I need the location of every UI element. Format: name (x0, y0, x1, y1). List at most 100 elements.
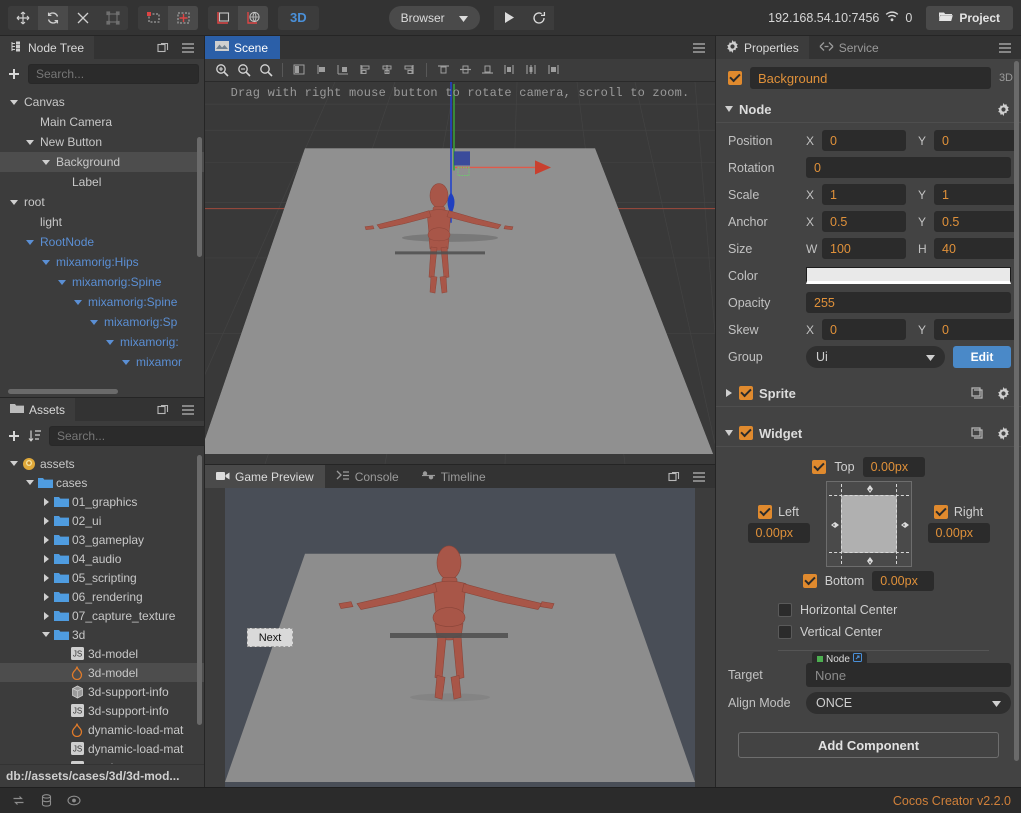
assets-vscrollbar[interactable] (197, 455, 202, 725)
zoom-in-icon[interactable] (211, 60, 232, 80)
anchor-x-input[interactable] (822, 211, 906, 232)
sort-icon[interactable] (28, 428, 42, 444)
widget-right-checkbox[interactable] (933, 505, 948, 519)
widget-section-header[interactable]: Widget (716, 420, 1021, 447)
node-tree-item[interactable]: RootNode (0, 232, 204, 252)
chevron-down-icon[interactable] (8, 99, 20, 105)
chevron-right-icon[interactable] (40, 497, 52, 506)
tab-timeline[interactable]: Timeline (410, 465, 497, 488)
panel-menu-icon[interactable] (691, 469, 707, 485)
chevron-down-icon[interactable] (104, 339, 116, 345)
chevron-right-icon[interactable] (40, 573, 52, 582)
node-tree[interactable]: Canvas Main Camera New Button Background Lab… (0, 89, 204, 397)
anchor-y-input[interactable] (934, 211, 1018, 232)
asset-list-item[interactable]: 3d (0, 625, 204, 644)
align-mode-select[interactable]: ONCE (806, 691, 1011, 714)
pivot-center-tool[interactable] (138, 5, 168, 30)
widget-top-input[interactable] (862, 457, 925, 477)
asset-list-item[interactable]: 02_ui (0, 511, 204, 530)
tab-node-tree[interactable]: Node Tree (0, 36, 95, 59)
chevron-right-icon[interactable] (40, 554, 52, 563)
popout-icon[interactable] (155, 40, 171, 56)
node-tree-item[interactable]: New Button (0, 132, 204, 152)
stack-icon[interactable] (38, 793, 54, 809)
local-coord-tool[interactable] (208, 5, 238, 30)
gear-icon[interactable] (995, 101, 1011, 117)
distribute-bottom-icon[interactable] (543, 60, 564, 80)
game-canvas[interactable]: Next (225, 488, 695, 787)
chevron-down-icon[interactable] (24, 139, 36, 145)
node-tree-item[interactable]: Canvas (0, 92, 204, 112)
node-enabled-checkbox[interactable] (728, 71, 742, 85)
help-book-icon[interactable] (969, 385, 985, 401)
node-tree-item[interactable]: mixamorig: (0, 332, 204, 352)
chevron-down-icon[interactable] (40, 159, 52, 165)
asset-list-item[interactable]: 03_gameplay (0, 530, 204, 549)
node-tree-item[interactable]: Label (0, 172, 204, 192)
node-tree-item[interactable]: root (0, 192, 204, 212)
node-name-input[interactable] (750, 67, 991, 89)
chevron-down-icon[interactable] (724, 106, 733, 112)
widget-bottom-checkbox[interactable] (802, 574, 817, 588)
align-v-center-icon[interactable] (455, 60, 476, 80)
align-h-center-icon[interactable] (311, 60, 332, 80)
chevron-down-icon[interactable] (120, 359, 132, 365)
panel-menu-icon[interactable] (997, 40, 1013, 56)
rotate-tool[interactable] (38, 5, 68, 30)
chevron-down-icon[interactable] (724, 430, 733, 436)
tab-console[interactable]: Console (325, 465, 410, 488)
color-swatch[interactable] (806, 267, 1011, 284)
next-button[interactable]: Next (247, 628, 293, 647)
project-button[interactable]: Project (926, 5, 1013, 30)
panel-menu-icon[interactable] (180, 40, 196, 56)
chevron-down-icon[interactable] (56, 279, 68, 285)
scale-tool[interactable] (68, 5, 98, 30)
opacity-input[interactable] (806, 292, 1011, 313)
asset-list-item[interactable]: JS dynamic-load-mat (0, 739, 204, 758)
widget-enabled-checkbox[interactable] (739, 426, 753, 440)
node-tree-item[interactable]: mixamorig:Spine (0, 272, 204, 292)
vertical-center-checkbox[interactable] (778, 625, 792, 639)
tab-properties[interactable]: Properties (716, 36, 809, 59)
asset-list-item[interactable]: cases (0, 473, 204, 492)
tab-game-preview[interactable]: Game Preview (205, 465, 325, 488)
node-tree-item[interactable]: Background (0, 152, 204, 172)
group-edit-button[interactable]: Edit (953, 345, 1011, 368)
play-button[interactable] (493, 5, 524, 30)
chevron-down-icon[interactable] (24, 480, 36, 485)
asset-list-item[interactable]: 3d-support-info (0, 682, 204, 701)
align-left-icon[interactable] (289, 60, 310, 80)
rotation-input[interactable] (806, 157, 1011, 178)
size-height-input[interactable] (934, 238, 1018, 259)
chevron-down-icon[interactable] (8, 199, 20, 205)
node-tree-vscrollbar[interactable] (197, 137, 202, 257)
skew-x-input[interactable] (822, 319, 906, 340)
asset-list-item[interactable]: JS 3d-support-info (0, 701, 204, 720)
chevron-right-icon[interactable] (40, 535, 52, 544)
refresh-button[interactable] (523, 5, 554, 30)
chevron-down-icon[interactable] (8, 461, 20, 466)
asset-list-item[interactable]: 07_capture_texture (0, 606, 204, 625)
pivot-pivot-tool[interactable] (168, 5, 198, 30)
node-tree-item[interactable]: mixamor (0, 352, 204, 372)
sprite-enabled-checkbox[interactable] (739, 386, 753, 400)
rect-transform-tool[interactable] (98, 5, 128, 30)
position-y-input[interactable] (934, 130, 1018, 151)
asset-list-item[interactable]: 04_audio (0, 549, 204, 568)
chevron-right-icon[interactable] (724, 389, 733, 397)
widget-top-checkbox[interactable] (812, 460, 827, 474)
assets-tree[interactable]: assets cases 01_graphics 02_ui 03_gameplay 04… (0, 451, 204, 764)
add-asset-icon[interactable] (7, 428, 21, 444)
horizontal-center-checkbox[interactable] (778, 603, 792, 617)
tab-service[interactable]: Service (808, 36, 889, 59)
node-tree-item[interactable]: mixamorig:Spine (0, 292, 204, 312)
help-book-icon[interactable] (969, 425, 985, 441)
chevron-right-icon[interactable] (40, 592, 52, 601)
group-select[interactable]: Ui (806, 345, 945, 368)
add-component-button[interactable]: Add Component (738, 732, 999, 758)
chevron-right-icon[interactable] (40, 611, 52, 620)
distribute-v-center-icon[interactable] (521, 60, 542, 80)
add-node-icon[interactable] (7, 66, 21, 82)
scene-viewport[interactable]: Drag with right mouse button to rotate c… (205, 82, 715, 464)
align-top-icon[interactable] (433, 60, 454, 80)
